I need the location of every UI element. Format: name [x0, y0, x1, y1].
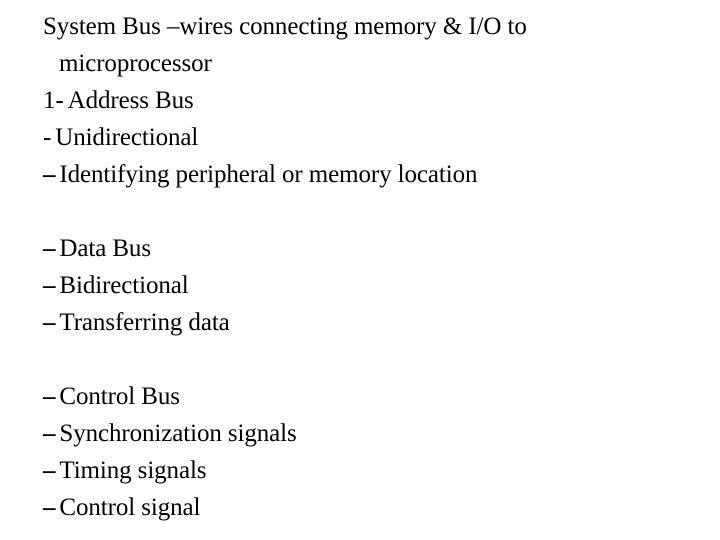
- bullet-text: Unidirectional: [55, 124, 199, 151]
- bullet-marker-hyphen: 1-: [43, 87, 64, 114]
- slide-canvas: System Bus –wires connecting memory & I/…: [0, 0, 720, 540]
- bullet-transferring-data: – Transferring data: [43, 304, 718, 341]
- bullet-text: Control Bus: [59, 383, 180, 410]
- bullet-address-bus: 1- Address Bus: [43, 82, 718, 119]
- bullet-marker-endash: –: [43, 309, 56, 336]
- bullet-synchronization-signals: – Synchronization signals: [43, 415, 718, 452]
- bullet-control-bus: – Control Bus: [43, 378, 718, 415]
- heading-line-1: System Bus –wires connecting memory & I/…: [43, 13, 527, 40]
- bullet-unidirectional: - Unidirectional: [43, 119, 718, 156]
- bullet-marker-hyphen: -: [43, 124, 52, 151]
- heading-line-2: microprocessor: [59, 50, 212, 77]
- bullet-identifying-location: – Identifying peripheral or memory locati…: [43, 156, 718, 193]
- heading-paragraph: System Bus –wires connecting memory & I/…: [43, 8, 718, 45]
- bullet-control-signal: – Control signal: [43, 489, 718, 526]
- bullet-text: Control signal: [59, 494, 201, 521]
- bullet-marker-endash: –: [43, 494, 56, 521]
- bullet-marker-endash: –: [43, 235, 56, 262]
- bullet-marker-endash: –: [43, 383, 56, 410]
- bullet-text: Bidirectional: [59, 272, 189, 299]
- bullet-text: Data Bus: [59, 235, 151, 262]
- bullet-marker-endash: –: [43, 420, 56, 447]
- bullet-text: Timing signals: [59, 457, 207, 484]
- bullet-timing-signals: – Timing signals: [43, 452, 718, 489]
- bullet-text: Transferring data: [59, 309, 230, 336]
- bullet-marker-endash: –: [43, 457, 56, 484]
- bullet-marker-endash: –: [43, 161, 56, 188]
- bullet-bidirectional: – Bidirectional: [43, 267, 718, 304]
- bullet-text: Synchronization signals: [59, 420, 297, 447]
- slide-body: System Bus –wires connecting memory & I/…: [43, 8, 718, 526]
- bullet-text: Address Bus: [67, 87, 194, 114]
- bullet-marker-endash: –: [43, 272, 56, 299]
- bullet-text: Identifying peripheral or memory locatio…: [59, 161, 478, 188]
- bullet-data-bus: – Data Bus: [43, 230, 718, 267]
